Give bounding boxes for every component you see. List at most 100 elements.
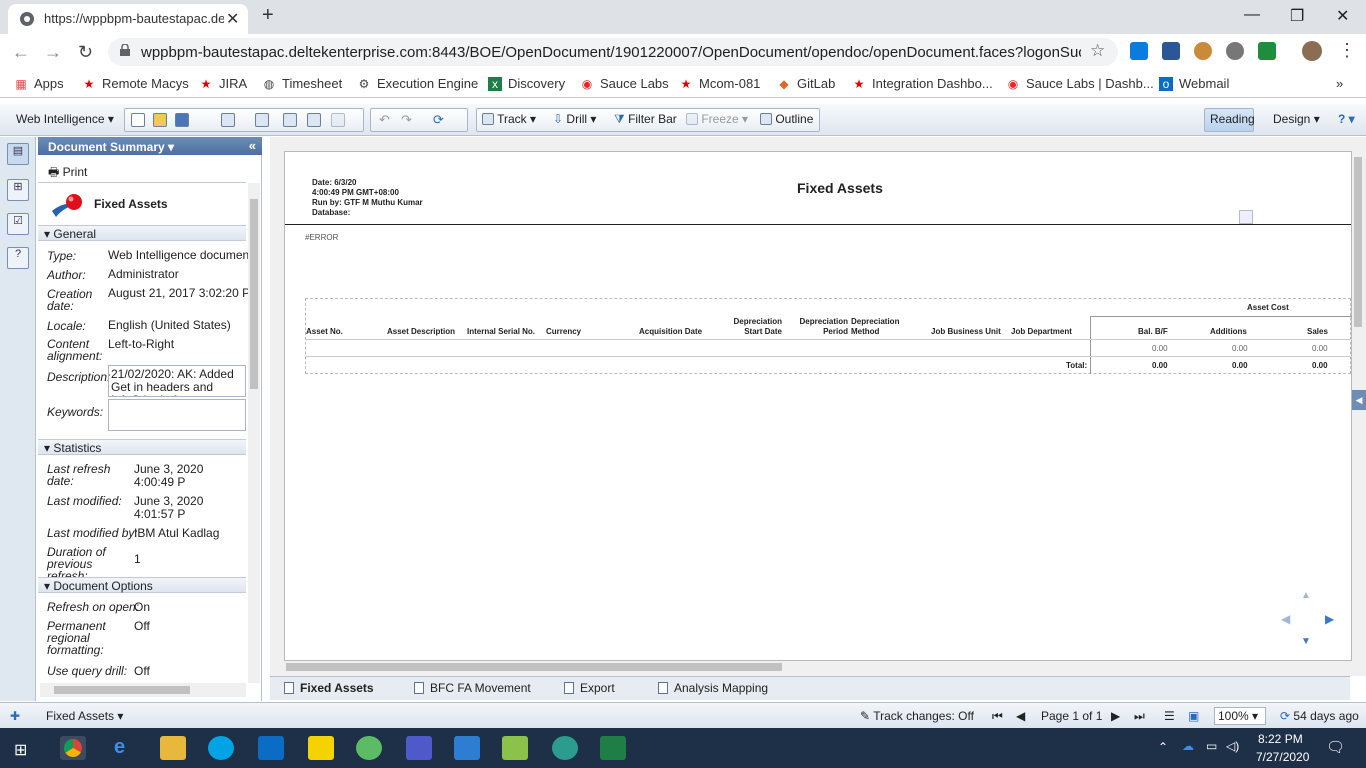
navigation-map-icon[interactable]: ⊞ — [7, 179, 29, 201]
windows-extension-icon[interactable] — [1130, 42, 1148, 60]
print-button[interactable]: 🖶 Print — [48, 163, 87, 184]
extension-icon[interactable] — [1226, 42, 1244, 60]
teams-taskbar-icon[interactable] — [406, 736, 432, 760]
close-tab-icon[interactable]: ✕ — [226, 9, 239, 29]
bookmark-apps[interactable]: ▦ Apps — [14, 76, 63, 91]
notifications-icon[interactable]: 🗨 — [1326, 738, 1345, 756]
quick-display-icon[interactable]: ☰ — [1164, 709, 1175, 723]
outlook-taskbar-icon[interactable] — [258, 736, 284, 760]
bookmark-gitlab[interactable]: ◆ GitLab — [777, 76, 835, 91]
minimize-icon[interactable]: — — [1244, 6, 1260, 24]
redo-icon[interactable]: ↷ — [401, 112, 412, 128]
find-icon[interactable] — [255, 113, 269, 127]
nav-down-icon[interactable]: ▼ — [1301, 636, 1311, 647]
tab-export[interactable]: Export — [564, 681, 615, 695]
track-changes-status[interactable]: ✎ Track changes: Off — [860, 709, 974, 723]
help-icon[interactable]: ? ▾ — [1338, 112, 1355, 126]
expand-right-panel-icon[interactable]: ◀ — [1352, 390, 1366, 410]
open-folder-icon[interactable] — [153, 113, 167, 127]
structure-icon[interactable]: ✚ — [10, 709, 20, 723]
app-taskbar-icon[interactable] — [356, 736, 382, 760]
design-mode-button[interactable]: Design ▾ — [1273, 112, 1320, 126]
sheets-extension-icon[interactable] — [1258, 42, 1276, 60]
export-icon[interactable] — [307, 113, 321, 127]
new-tab-button[interactable]: + — [262, 4, 274, 27]
keywords-field[interactable] — [108, 399, 246, 431]
input-controls-icon[interactable]: ☑ — [7, 213, 29, 235]
section-statistics[interactable]: ▾ Statistics — [38, 439, 246, 455]
undo-icon[interactable]: ↶ — [379, 112, 390, 128]
email-icon[interactable] — [331, 113, 345, 127]
section-document-options[interactable]: ▾ Document Options — [38, 577, 246, 593]
bookmark-star-icon[interactable]: ☆ — [1090, 41, 1105, 61]
app-taskbar-icon[interactable] — [454, 736, 480, 760]
chrome-taskbar-icon[interactable] — [60, 736, 86, 760]
new-document-icon[interactable] — [131, 113, 145, 127]
refresh-icon[interactable]: ⟳ — [433, 112, 444, 128]
bookmark-sauce-labs[interactable]: ◉ Sauce Labs — [580, 76, 669, 91]
network-icon[interactable]: ▭ — [1206, 739, 1217, 753]
nav-up-icon[interactable]: ▲ — [1301, 590, 1311, 601]
app-taskbar-icon[interactable] — [502, 736, 528, 760]
filter-bar-button[interactable]: ⧩ Filter Bar — [614, 112, 677, 127]
track-button[interactable]: Track ▾ — [482, 112, 536, 126]
next-page-icon[interactable]: ▶ — [1111, 709, 1120, 723]
bookmark-sauce-labs-dashboard[interactable]: ◉ Sauce Labs | Dashb... — [1006, 76, 1154, 91]
scroll-thumb[interactable] — [54, 686, 190, 694]
page-mode-icon[interactable]: ▣ — [1188, 709, 1199, 723]
scroll-thumb[interactable] — [1354, 157, 1362, 327]
description-field[interactable]: 21/02/2020: AK: Added Get in headers and… — [108, 365, 246, 397]
panel-header[interactable]: Document Summary ▾ « — [38, 137, 262, 155]
scroll-thumb[interactable] — [250, 199, 258, 389]
nav-left-icon[interactable]: ◀ — [1281, 612, 1290, 626]
back-icon[interactable]: ← — [12, 42, 30, 63]
freeze-button[interactable]: Freeze ▾ — [686, 112, 748, 126]
excel-taskbar-icon[interactable] — [600, 736, 626, 760]
bookmark-execution-engine[interactable]: ⚙ Execution Engine — [357, 76, 479, 91]
maximize-icon[interactable]: ❐ — [1290, 6, 1304, 26]
edge-taskbar-icon[interactable]: e — [114, 736, 125, 759]
tray-chevron-icon[interactable]: ⌃ — [1158, 740, 1168, 754]
app-taskbar-icon[interactable] — [552, 736, 578, 760]
scroll-thumb[interactable] — [286, 663, 782, 671]
document-selector[interactable]: Fixed Assets ▾ — [46, 709, 123, 723]
outline-button[interactable]: Outline — [760, 112, 813, 126]
skype-taskbar-icon[interactable] — [208, 736, 234, 760]
profile-avatar[interactable] — [1302, 41, 1322, 61]
bookmark-timesheet[interactable]: ◍ Timesheet — [262, 76, 342, 91]
last-refresh-status[interactable]: ⟳ 54 days ago — [1280, 709, 1359, 723]
report-horizontal-scrollbar[interactable] — [284, 661, 1352, 673]
clock-date[interactable]: 7/27/2020 — [1256, 750, 1309, 764]
reload-icon[interactable]: ↻ — [78, 42, 93, 63]
tab-bfc-fa-movement[interactable]: BFC FA Movement — [414, 681, 531, 695]
bookmark-webmail[interactable]: o Webmail — [1159, 76, 1229, 91]
save-icon[interactable] — [175, 113, 189, 127]
history-icon[interactable] — [283, 113, 297, 127]
close-window-icon[interactable]: ✕ — [1336, 6, 1349, 26]
forward-icon[interactable]: → — [44, 42, 62, 63]
drill-button[interactable]: ⇩ Drill ▾ — [553, 112, 596, 126]
address-bar[interactable]: wppbpm-bautestapac.deltekenterprise.com:… — [108, 38, 1118, 66]
nav-right-icon[interactable]: ▶ — [1325, 612, 1334, 626]
panel-horizontal-scrollbar[interactable] — [40, 683, 246, 697]
onedrive-icon[interactable]: ☁ — [1182, 739, 1194, 753]
help-panel-icon[interactable]: ? — [7, 247, 29, 269]
bookmark-jira[interactable]: ★ JIRA — [199, 76, 248, 91]
zoom-select[interactable]: 100% ▾ — [1214, 707, 1266, 725]
windows-start-icon[interactable]: ⊞ — [14, 740, 27, 760]
last-page-icon[interactable]: ⏭ — [1134, 709, 1145, 724]
volume-icon[interactable]: ◁) — [1226, 739, 1239, 753]
first-page-icon[interactable]: ⏮ — [992, 709, 1003, 724]
collapse-panel-icon[interactable]: « — [249, 138, 256, 153]
tab-fixed-assets[interactable]: Fixed Assets — [284, 681, 374, 695]
section-general[interactable]: ▾ General — [38, 225, 246, 241]
extension-icon[interactable] — [1162, 42, 1180, 60]
browser-tab[interactable]: https://wppbpm-bautestapac.del ✕ — [8, 4, 248, 34]
cookie-extension-icon[interactable] — [1194, 42, 1212, 60]
previous-page-icon[interactable]: ◀ — [1016, 709, 1025, 723]
bookmark-mcom[interactable]: ★ Mcom-081 — [679, 76, 761, 91]
menu-dots-icon[interactable]: ⋮ — [1338, 40, 1356, 61]
bookmark-remote-macys[interactable]: ★ Remote Macys — [82, 76, 189, 91]
sticky-notes-taskbar-icon[interactable] — [308, 736, 334, 760]
bookmark-discovery[interactable]: x Discovery — [488, 76, 565, 91]
